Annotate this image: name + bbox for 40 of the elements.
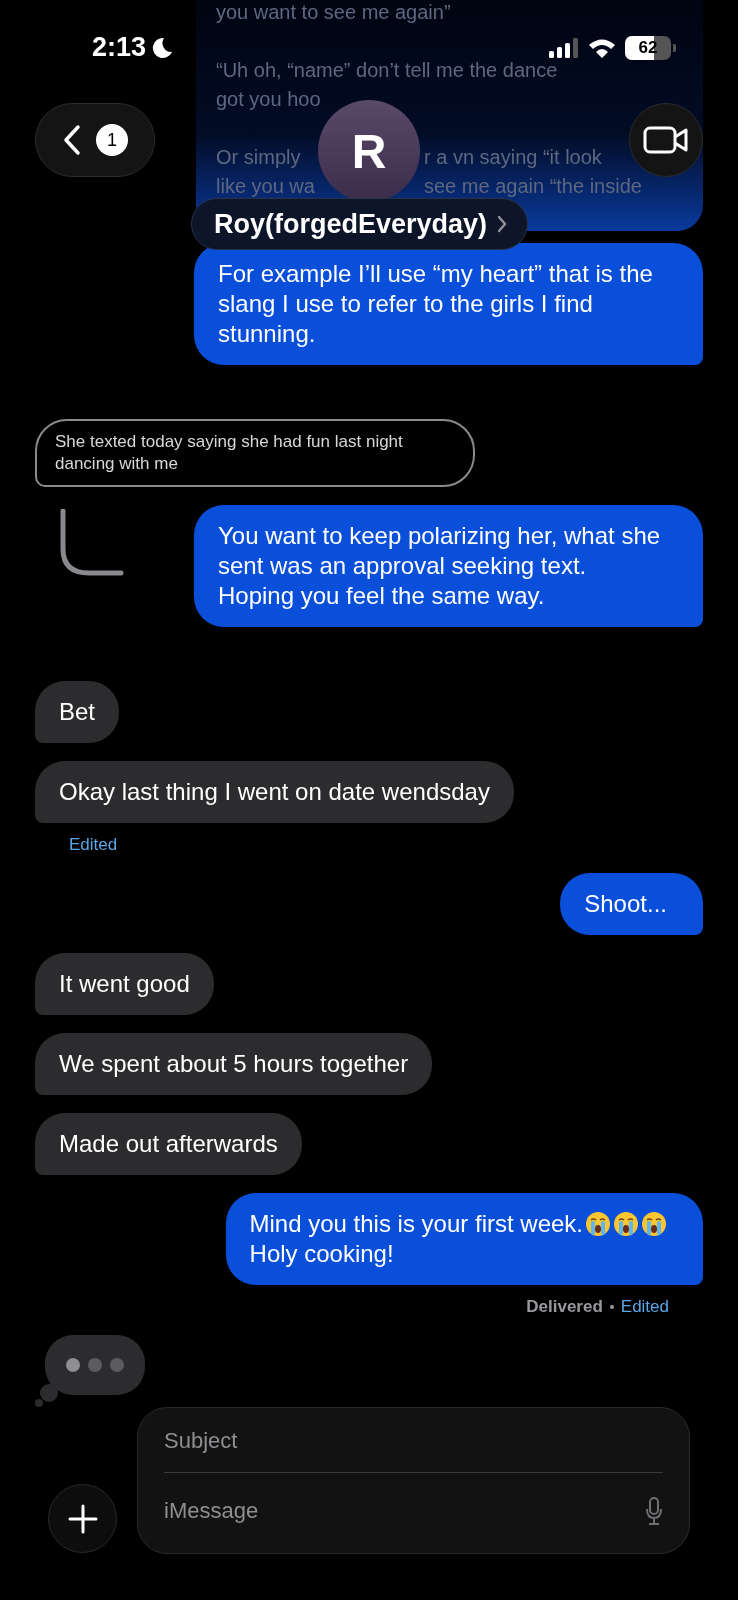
message-text: Mind you this is your first week.: [249, 1209, 667, 1239]
message-text: like you wa: [216, 174, 315, 199]
quoted-message[interactable]: She texted today saying she had fun last night dancing with me: [35, 419, 475, 487]
contact-name-button[interactable]: Roy(forgedEveryday): [191, 198, 529, 250]
edited-link[interactable]: Edited: [69, 835, 118, 855]
crying-face-icon: [585, 1211, 611, 1237]
message-text: Shoot...: [584, 889, 667, 919]
edited-link[interactable]: Edited: [620, 1297, 669, 1317]
unread-badge: 1: [96, 124, 128, 156]
crying-face-icon: [641, 1211, 667, 1237]
quoted-text: She texted today saying she had fun last night dancing with me: [55, 432, 403, 473]
chevron-right-icon: [497, 215, 508, 233]
message-text: We spent about 5 hours together: [59, 1049, 409, 1079]
moon-icon: [150, 35, 175, 60]
video-camera-icon: [643, 125, 689, 155]
message-text: You want to keep polarizing her, what she sent was an approval seeking text. Hoping you feel the same way.: [218, 521, 662, 611]
message-text: Holy cooking!: [249, 1239, 395, 1269]
subject-field[interactable]: Subject: [164, 1416, 663, 1466]
message-text: Made out afterwards: [59, 1129, 278, 1159]
message-text: see me again “the inside: [424, 174, 642, 199]
delivered-label: Delivered: [526, 1297, 603, 1317]
message-field[interactable]: iMessage: [164, 1479, 637, 1543]
message-text: “Uh oh, “name” don’t tell me the dance: [216, 58, 558, 83]
message-text: For example I’ll use “my heart” that is the slang I use to refer to the girls I find stunning.: [218, 259, 654, 349]
message-text: It went good: [59, 969, 190, 999]
message-text: got you hoo: [216, 87, 321, 112]
plus-icon: [67, 1503, 98, 1534]
message-text: Or simply: [216, 145, 301, 170]
message-text: you want to see me again”: [216, 0, 451, 25]
message-composer[interactable]: Subject iMessage: [137, 1407, 690, 1554]
crying-face-icon: [613, 1211, 639, 1237]
message-text: Bet: [59, 697, 96, 727]
signal-icon: [549, 37, 579, 58]
back-button[interactable]: 1: [35, 103, 155, 177]
chevron-left-icon: [62, 124, 82, 156]
message-text: r a vn saying “it look: [424, 145, 602, 170]
microphone-icon[interactable]: [645, 1497, 663, 1525]
status-time: 2:13: [92, 32, 147, 63]
message-text: Okay last thing I went on date wendsday: [59, 777, 490, 807]
separator-dot: [609, 1305, 614, 1309]
